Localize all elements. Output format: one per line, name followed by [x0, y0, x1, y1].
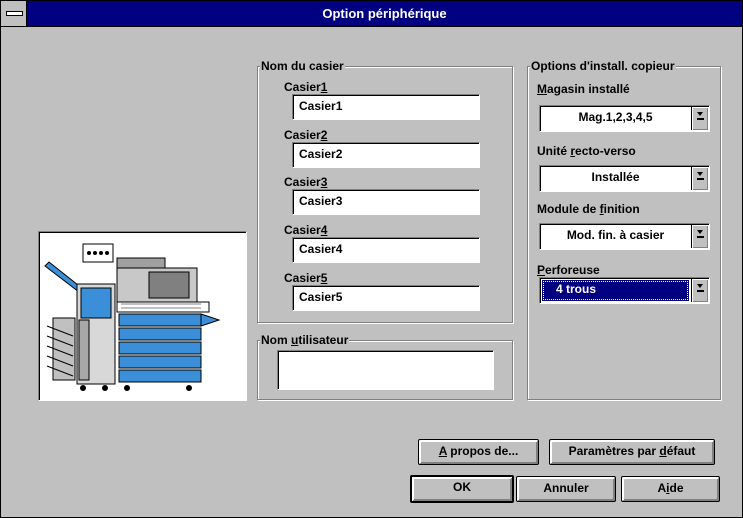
defaults-button[interactable]: Paramètres par défaut — [549, 439, 715, 465]
about-button[interactable]: A propos de... — [418, 439, 539, 465]
dropdown-arrow-icon[interactable] — [691, 167, 708, 190]
puncher-label: Perforeuse — [537, 263, 600, 277]
dropdown-arrow-icon[interactable] — [691, 279, 708, 302]
tray-4-label: Casier4 — [284, 223, 328, 237]
finisher-select[interactable]: Mod. fin. à casier — [539, 223, 710, 250]
printer-illustration — [38, 231, 247, 401]
tray-5-input[interactable]: Casier5 — [292, 285, 480, 311]
copier-icon — [44, 243, 221, 391]
duplex-label: Unité recto-verso — [537, 144, 636, 158]
tray-names-legend: Nom du casier — [260, 59, 345, 73]
system-menu-icon[interactable] — [1, 1, 27, 26]
window-title: Option périphérique — [322, 6, 447, 21]
title-bar: Option périphérique — [1, 1, 742, 27]
tray-4-input[interactable]: Casier4 — [292, 237, 480, 263]
tray-5-label: Casier5 — [284, 271, 328, 285]
duplex-select[interactable]: Installée — [539, 165, 710, 192]
magazine-select[interactable]: Mag.1,2,3,4,5 — [539, 105, 710, 132]
magazine-value: Mag.1,2,3,4,5 — [578, 110, 653, 124]
finisher-label: Module de finition — [537, 202, 640, 216]
tray-3-input[interactable]: Casier3 — [292, 189, 480, 215]
duplex-value: Installée — [591, 170, 640, 184]
tray-1-input[interactable]: Casier1 — [292, 94, 480, 120]
dropdown-arrow-icon[interactable] — [691, 107, 708, 130]
user-name-legend: Nom utilisateur — [260, 333, 350, 347]
user-name-input[interactable] — [277, 350, 494, 390]
tray-1-label: Casier1 — [284, 80, 328, 94]
help-button[interactable]: Aide — [621, 476, 720, 502]
dropdown-arrow-icon[interactable] — [691, 225, 708, 248]
ok-button[interactable]: OK — [410, 475, 514, 503]
tray-3-label: Casier3 — [284, 175, 328, 189]
finisher-value: Mod. fin. à casier — [566, 228, 665, 242]
option-peripherique-dialog: Option périphérique Nom du casier Casier… — [0, 0, 743, 518]
puncher-value: 4 trous — [542, 280, 689, 301]
magazine-label: Magasin installé — [537, 82, 630, 96]
copier-options-legend: Options d'install. copieur — [530, 59, 676, 73]
puncher-select[interactable]: 4 trous — [539, 277, 710, 304]
tray-2-input[interactable]: Casier2 — [292, 142, 480, 168]
cancel-button[interactable]: Annuler — [516, 476, 616, 502]
tray-2-label: Casier2 — [284, 128, 328, 142]
